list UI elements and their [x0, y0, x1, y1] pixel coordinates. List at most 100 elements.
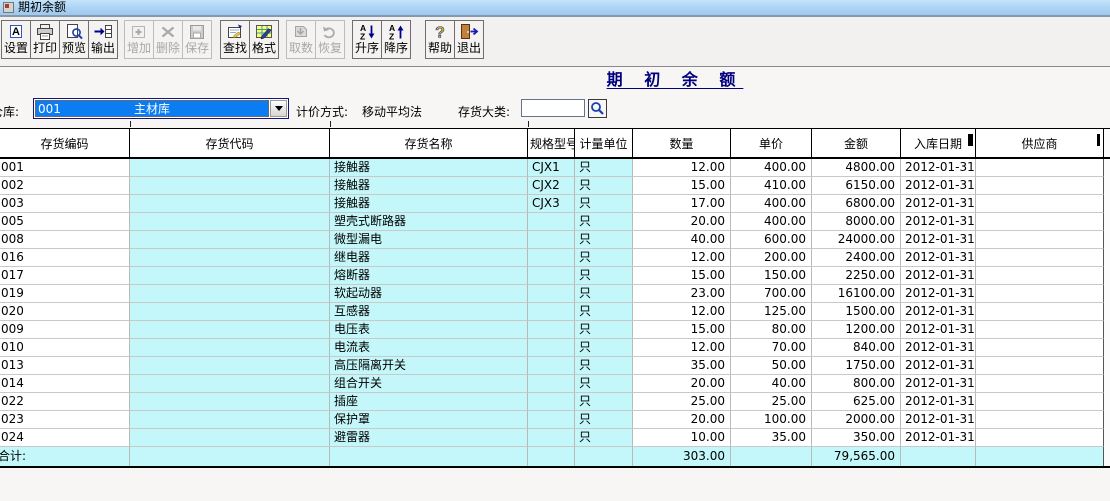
warehouse-select[interactable]: 001 主材库: [33, 98, 289, 119]
toolbar-button-add[interactable]: 增加: [124, 20, 154, 59]
table-row[interactable]: 002 接触器 CJX2 只 15.00 410.00 6150.00 2012…: [0, 177, 1110, 195]
cell-unit[interactable]: 只: [575, 357, 633, 375]
cell-supplier[interactable]: [976, 321, 1104, 339]
toolbar-button-print[interactable]: 打印: [30, 20, 60, 59]
cell-inventory-name[interactable]: 继电器: [330, 249, 528, 267]
cell-unit-price[interactable]: 700.00: [731, 285, 812, 303]
cell-inventory-name[interactable]: 高压隔离开关: [330, 357, 528, 375]
cell-unit-price[interactable]: 400.00: [731, 213, 812, 231]
cell-amount[interactable]: 2400.00: [812, 249, 901, 267]
table-row[interactable]: 005 塑壳式断路器 只 20.00 400.00 8000.00 2012-0…: [0, 213, 1110, 231]
table-row[interactable]: 016 继电器 只 12.00 200.00 2400.00 2012-01-3…: [0, 249, 1110, 267]
cell-quantity[interactable]: 15.00: [633, 177, 731, 195]
cell-supplier[interactable]: [976, 375, 1104, 393]
cell-inventory-code2[interactable]: [130, 339, 330, 357]
cell-amount[interactable]: 24000.00: [812, 231, 901, 249]
cell-supplier[interactable]: [976, 339, 1104, 357]
header-unit-price[interactable]: 单价: [731, 129, 812, 157]
cell-supplier[interactable]: [976, 231, 1104, 249]
table-row[interactable]: 009 电压表 只 15.00 80.00 1200.00 2012-01-31: [0, 321, 1110, 339]
table-row[interactable]: 013 高压隔离开关 只 35.00 50.00 1750.00 2012-01…: [0, 357, 1110, 375]
cell-supplier[interactable]: [976, 303, 1104, 321]
table-row[interactable]: 014 组合开关 只 20.00 40.00 800.00 2012-01-31: [0, 375, 1110, 393]
toolbar-button-export[interactable]: 输出: [88, 20, 118, 59]
cell-inventory-code2[interactable]: [130, 267, 330, 285]
cell-inventory-code[interactable]: 024: [0, 429, 130, 447]
cell-unit-price[interactable]: 600.00: [731, 231, 812, 249]
cell-inventory-code[interactable]: 003: [0, 195, 130, 213]
cell-inbound-date[interactable]: 2012-01-31: [901, 267, 976, 285]
cell-supplier[interactable]: [976, 213, 1104, 231]
cell-inventory-code2[interactable]: [130, 411, 330, 429]
header-inbound-date[interactable]: 入库日期: [901, 129, 976, 157]
cell-inventory-code2[interactable]: [130, 375, 330, 393]
table-row[interactable]: 001 接触器 CJX1 只 12.00 400.00 4800.00 2012…: [0, 159, 1110, 177]
cell-inventory-code[interactable]: 010: [0, 339, 130, 357]
cell-inbound-date[interactable]: 2012-01-31: [901, 411, 976, 429]
cell-inventory-name[interactable]: 互感器: [330, 303, 528, 321]
cell-inventory-code[interactable]: 020: [0, 303, 130, 321]
cell-inventory-code2[interactable]: [130, 429, 330, 447]
cell-supplier[interactable]: [976, 267, 1104, 285]
cell-quantity[interactable]: 12.00: [633, 303, 731, 321]
cell-spec-model[interactable]: [528, 285, 575, 303]
cell-amount[interactable]: 6800.00: [812, 195, 901, 213]
cell-unit-price[interactable]: 25.00: [731, 393, 812, 411]
cell-inventory-code[interactable]: 005: [0, 213, 130, 231]
header-quantity[interactable]: 数量: [633, 129, 731, 157]
cell-inventory-name[interactable]: 接触器: [330, 159, 528, 177]
cell-amount[interactable]: 840.00: [812, 339, 901, 357]
cell-quantity[interactable]: 23.00: [633, 285, 731, 303]
cell-unit[interactable]: 只: [575, 195, 633, 213]
cell-quantity[interactable]: 20.00: [633, 375, 731, 393]
toolbar-button-sort-desc[interactable]: A Z 降序: [381, 20, 411, 59]
toolbar-button-format[interactable]: 格式: [249, 20, 279, 59]
cell-quantity[interactable]: 12.00: [633, 159, 731, 177]
cell-inbound-date[interactable]: 2012-01-31: [901, 393, 976, 411]
cell-quantity[interactable]: 40.00: [633, 231, 731, 249]
cell-supplier[interactable]: [976, 177, 1104, 195]
cell-unit[interactable]: 只: [575, 285, 633, 303]
cell-inventory-code[interactable]: 013: [0, 357, 130, 375]
cell-spec-model[interactable]: [528, 393, 575, 411]
toolbar-button-getdata[interactable]: 取数: [286, 20, 316, 59]
cell-inventory-code[interactable]: 022: [0, 393, 130, 411]
cell-spec-model[interactable]: CJX2: [528, 177, 575, 195]
table-row[interactable]: 010 电流表 只 12.00 70.00 840.00 2012-01-31: [0, 339, 1110, 357]
cell-inbound-date[interactable]: 2012-01-31: [901, 159, 976, 177]
cell-unit[interactable]: 只: [575, 303, 633, 321]
cell-quantity[interactable]: 20.00: [633, 213, 731, 231]
cell-inventory-code2[interactable]: [130, 231, 330, 249]
cell-unit-price[interactable]: 400.00: [731, 159, 812, 177]
toolbar-button-settings[interactable]: A 设置: [1, 20, 31, 59]
header-inventory-name[interactable]: 存货名称: [330, 129, 528, 157]
cell-inbound-date[interactable]: 2012-01-31: [901, 177, 976, 195]
cell-inventory-name[interactable]: 熔断器: [330, 267, 528, 285]
cell-spec-model[interactable]: [528, 303, 575, 321]
cell-unit[interactable]: 只: [575, 411, 633, 429]
cell-amount[interactable]: 2250.00: [812, 267, 901, 285]
header-spec-model[interactable]: 规格型号: [528, 129, 575, 157]
warehouse-dropdown-button[interactable]: [270, 100, 287, 117]
cell-quantity[interactable]: 17.00: [633, 195, 731, 213]
cell-spec-model[interactable]: [528, 321, 575, 339]
cell-supplier[interactable]: [976, 411, 1104, 429]
cell-supplier[interactable]: [976, 249, 1104, 267]
cell-inventory-code[interactable]: 023: [0, 411, 130, 429]
cell-supplier[interactable]: [976, 393, 1104, 411]
cell-spec-model[interactable]: [528, 339, 575, 357]
toolbar-button-delete[interactable]: 删除: [153, 20, 183, 59]
cell-inventory-name[interactable]: 电流表: [330, 339, 528, 357]
cell-quantity[interactable]: 35.00: [633, 357, 731, 375]
cell-unit[interactable]: 只: [575, 321, 633, 339]
cell-inventory-code[interactable]: 017: [0, 267, 130, 285]
header-inventory-code[interactable]: 存货编码: [0, 129, 130, 157]
cell-inbound-date[interactable]: 2012-01-31: [901, 321, 976, 339]
cell-unit[interactable]: 只: [575, 213, 633, 231]
cell-unit[interactable]: 只: [575, 249, 633, 267]
cell-inbound-date[interactable]: 2012-01-31: [901, 375, 976, 393]
cell-amount[interactable]: 800.00: [812, 375, 901, 393]
toolbar-button-sort-asc[interactable]: A Z 升序: [352, 20, 382, 59]
cell-unit-price[interactable]: 40.00: [731, 375, 812, 393]
cell-quantity[interactable]: 25.00: [633, 393, 731, 411]
